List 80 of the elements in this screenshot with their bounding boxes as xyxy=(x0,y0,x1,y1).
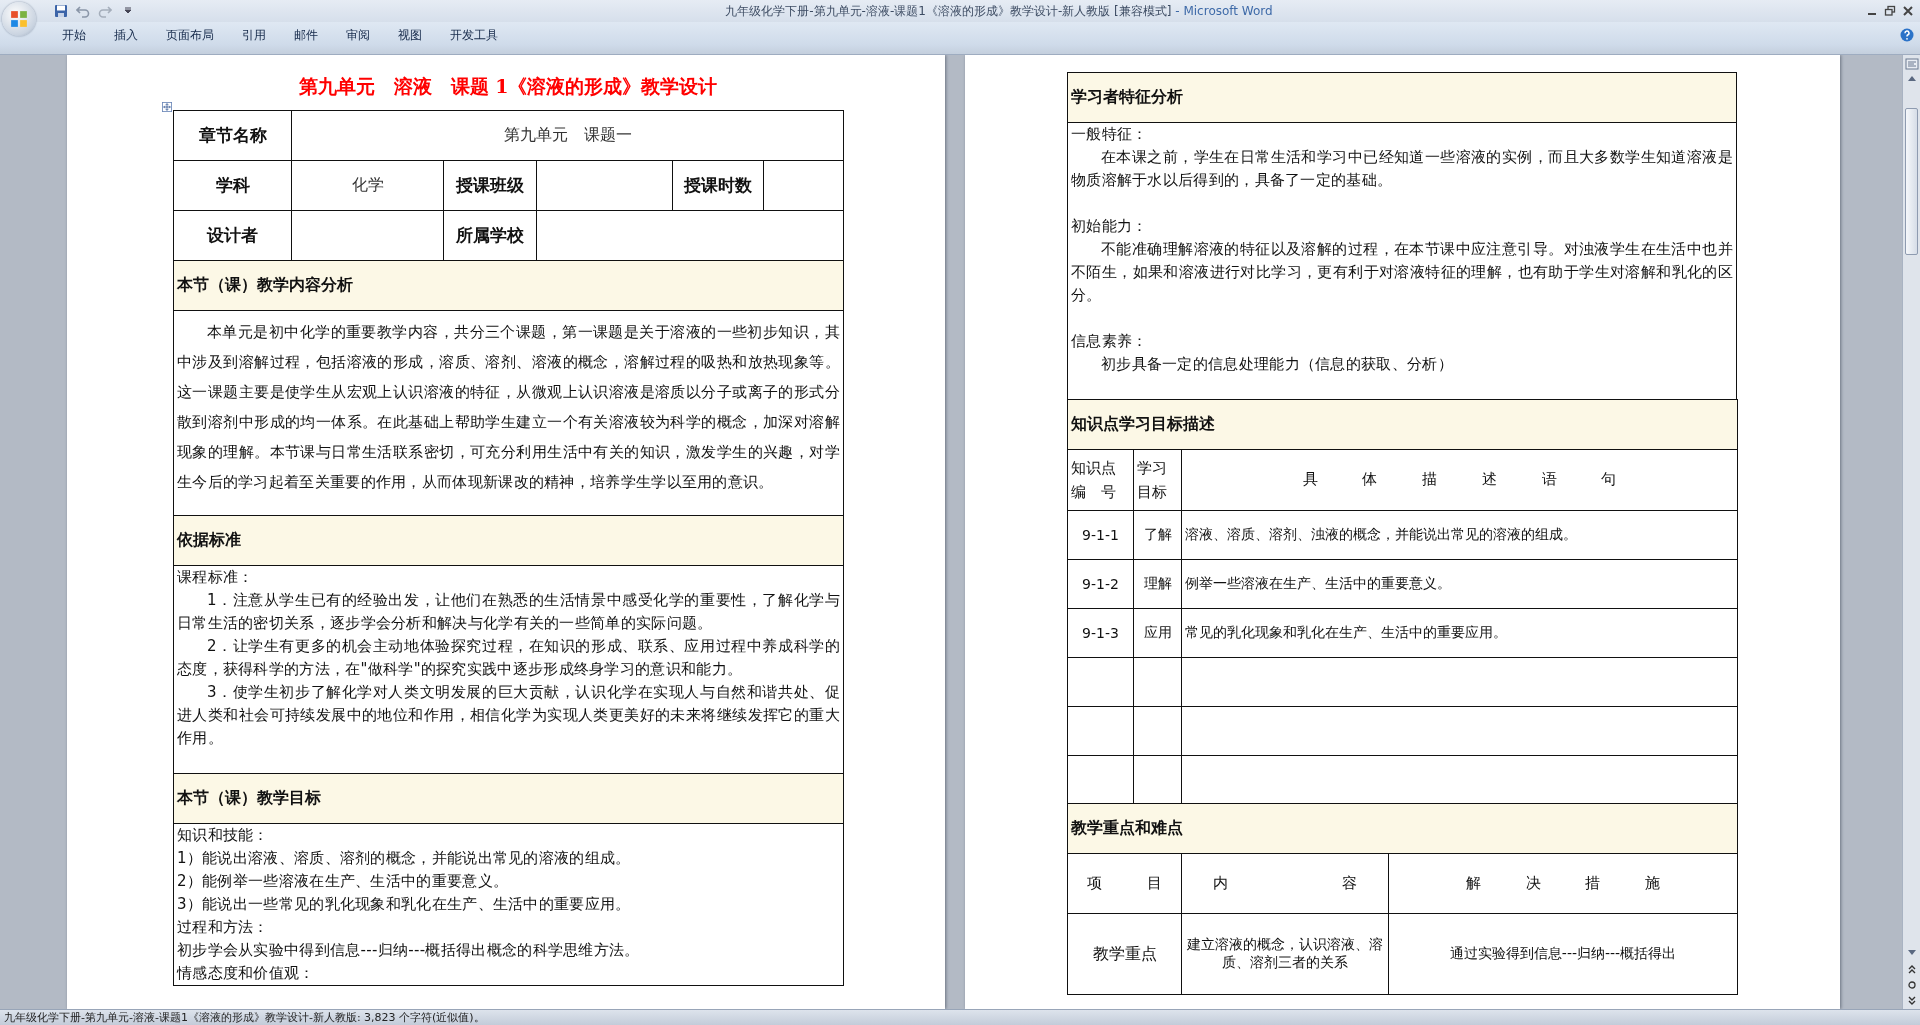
paragraph: 1）能说出溶液、溶质、溶剂的概念，并能说出常见的溶液的组成。 xyxy=(177,848,632,869)
paragraph: 2．让学生有更多的机会主动地体验探究过程，在知识的形成、联系、应用过程中养成科学的态度，获得科学的方法，在"做科学"的探究实践中逐步形成终身学习的意识和能力。 xyxy=(177,636,840,680)
table-cell: 教学重点 xyxy=(1067,913,1182,995)
field-label: 章节名称 xyxy=(173,110,292,161)
column-header: 目标 xyxy=(1137,481,1168,503)
column-header: 编 号 xyxy=(1071,481,1117,503)
scroll-thumb[interactable] xyxy=(1905,108,1918,255)
paragraph: 初始能力： xyxy=(1071,216,1149,237)
paragraph: 课程标准： xyxy=(177,567,255,588)
table-cell: 应用 xyxy=(1133,608,1182,657)
paragraph: 本单元是初中化学的重要教学内容，共分三个课题，第一课题是关于溶液的一些初步知识，其中涉及到溶解过程，包括溶液的形成，溶质、溶剂、溶液的概念，溶解过程的吸热和放热现象等。这一课题主要是使学生从宏观上认识溶液的特征，从微观上认识溶液是溶质以分子或离子的形式分散到溶剂中形成的均一体系。在此基础上帮助学生建立一个有关溶液较为科学的概念，加深对溶解现象的理解。本节课与日常生活联系密切，可充分利用生活中有关的知识，激发学生的兴趣，对学生今后的学习起着至关重要的作用，从而体现新课改的精神，培养学生学以至用的意识。 xyxy=(177,322,840,493)
paragraph: 3．使学生初步了解化学对人类文明发展的巨大贡献，认识化学在实现人与自然和谐共处、促进人类和社会可持续发展中的地位和作用，相信化学为实现人类更美好的未来将继续发挥它的重大作用。 xyxy=(177,682,840,749)
table-cell: 常见的乳化现象和乳化在生产、生活中的重要应用。 xyxy=(1181,608,1738,657)
save-icon[interactable] xyxy=(54,4,68,18)
paragraph: 1．注意从学生已有的经验出发，让他们在熟悉的生活情景中感受化学的重要性，了解化学与日常生活的密切关系，逐步学会分析和解决与化学有关的一些简单的实际问题。 xyxy=(177,590,840,634)
ribbon-tab[interactable]: 引用 xyxy=(228,23,280,47)
section-heading: 知识点学习目标描述 xyxy=(1067,399,1738,449)
paragraph: 知识和技能： xyxy=(177,825,270,846)
next-page-icon[interactable] xyxy=(1906,996,1917,1006)
table-cell: 9-1-2 xyxy=(1067,559,1134,608)
paragraph: 3）能说出一些常见的乳化现象和乳化在生产、生活中的重要应用。 xyxy=(177,894,632,915)
app-name: Microsoft Word xyxy=(1183,3,1273,18)
ruler-toggle-icon[interactable] xyxy=(1904,58,1919,70)
table-cell: 9-1-1 xyxy=(1067,510,1134,559)
ribbon-tab[interactable]: 开发工具 xyxy=(436,23,512,47)
field-label: 授课时数 xyxy=(672,160,764,211)
undo-icon[interactable] xyxy=(76,4,90,18)
column-header: 项 目 xyxy=(1087,874,1162,892)
table-cell: 了解 xyxy=(1133,510,1182,559)
table-cell: 理解 xyxy=(1133,559,1182,608)
paragraph: 信息素养： xyxy=(1071,331,1149,352)
ribbon-tab[interactable]: 开始 xyxy=(48,23,100,47)
field-label: 授课班级 xyxy=(443,160,537,211)
ribbon-tab[interactable]: 审阅 xyxy=(332,23,384,47)
close-icon[interactable] xyxy=(1902,5,1914,17)
restore-icon[interactable] xyxy=(1884,5,1896,17)
section-heading: 学习者特征分析 xyxy=(1067,72,1737,123)
paragraph: 过程和方法： xyxy=(177,917,270,938)
office-logo-icon xyxy=(10,10,28,28)
column-header: 内 容 xyxy=(1212,874,1358,892)
paragraph: 在本课之前，学生在日常生活和学习中已经知道一些溶液的实例，而且大多数学生知道溶液是物质溶解于水以后得到的，具备了一定的基础。 xyxy=(1071,147,1733,191)
document-heading: 第九单元 溶液 课题 1《溶液的形成》教学设计 xyxy=(298,74,718,99)
field-label: 设计者 xyxy=(173,210,292,261)
table-cell: 通过实验得到信息---归纳---概括得出 xyxy=(1388,913,1738,995)
column-header: 知识点 xyxy=(1071,457,1117,479)
paragraph: 初步学会从实验中得到信息---归纳---概括得出概念的科学思维方法。 xyxy=(177,940,641,961)
ribbon-tab[interactable]: 视图 xyxy=(384,23,436,47)
ribbon-tab[interactable]: 邮件 xyxy=(280,23,332,47)
column-header: 学习 xyxy=(1137,457,1168,479)
paragraph: 2）能例举一些溶液在生产、生活中的重要意义。 xyxy=(177,871,510,892)
ribbon-tab[interactable]: 插入 xyxy=(100,23,152,47)
column-header: 具 体 描 述 语 句 xyxy=(1302,470,1617,488)
field-label: 所属学校 xyxy=(443,210,537,261)
field-value: 化学 xyxy=(291,160,444,211)
paragraph: 情感态度和价值观： xyxy=(177,963,316,984)
window-title: 九年级化学下册-第九单元-溶液-课题1《溶液的形成》教学设计-新人教版 [兼容模式] xyxy=(725,3,1172,18)
section-heading: 本节（课）教学内容分析 xyxy=(173,260,844,311)
field-value: 第九单元 课题一 xyxy=(291,110,844,161)
paragraph: 一般特征： xyxy=(1071,124,1149,145)
table-cell: 溶液、溶质、溶剂、浊液的概念，并能说出常见的溶液的组成。 xyxy=(1181,510,1738,559)
help-icon[interactable] xyxy=(1900,28,1914,42)
title-separator: - xyxy=(1175,3,1180,18)
table-move-icon[interactable] xyxy=(162,102,172,112)
vertical-scrollbar[interactable] xyxy=(1902,55,1920,1009)
office-button[interactable] xyxy=(2,2,36,36)
section-heading: 教学重点和难点 xyxy=(1067,803,1738,854)
column-header: 解 决 措 施 xyxy=(1465,874,1661,892)
paragraph: 不能准确理解溶液的特征以及溶解的过程，在本节课中应注意引导。对浊液学生在生活中也并不陌生，如果和溶液进行对比学习，更有利于对溶液特征的理解，也有助于学生对溶解和乳化的区分。 xyxy=(1071,239,1733,306)
table-cell: 建立溶液的概念，认识溶液、溶质、溶剂三者的关系 xyxy=(1181,913,1389,995)
section-heading: 本节（课）教学目标 xyxy=(173,773,844,824)
table-cell: 例举一些溶液在生产、生活中的重要意义。 xyxy=(1181,559,1738,608)
section-heading: 依据标准 xyxy=(173,515,844,566)
customize-caret-icon[interactable] xyxy=(124,7,132,15)
field-label: 学科 xyxy=(173,160,292,211)
status-text: 九年级化学下册-第九单元-溶液-课题1《溶液的形成》教学设计-新人教版: 3,823 个字符(近似值)。 xyxy=(4,1010,485,1025)
previous-page-icon[interactable] xyxy=(1906,964,1917,974)
paragraph: 初步具备一定的信息处理能力（信息的获取、分析） xyxy=(1100,354,1454,375)
browse-object-icon[interactable] xyxy=(1906,980,1917,990)
ribbon-tab[interactable]: 页面布局 xyxy=(152,23,228,47)
table-cell: 9-1-3 xyxy=(1067,608,1134,657)
